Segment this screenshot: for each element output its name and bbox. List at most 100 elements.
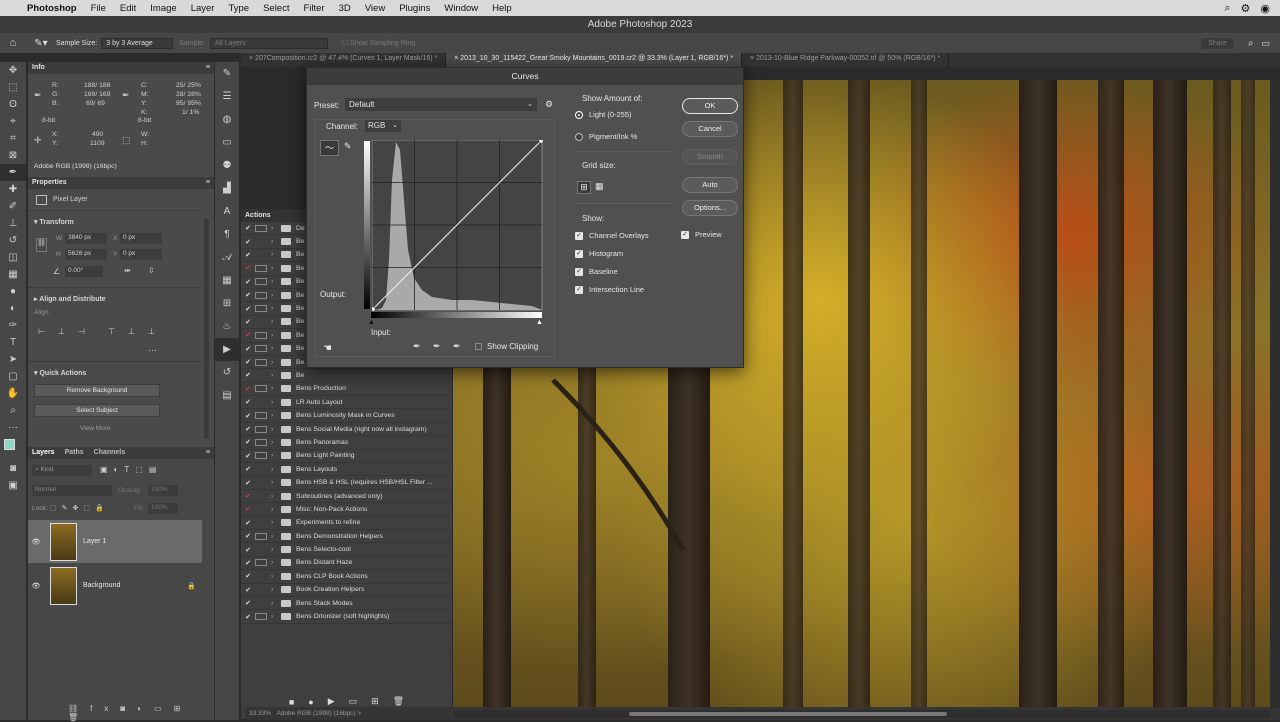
dialog-toggle-icon[interactable] [255, 452, 267, 460]
chevron-right-icon[interactable]: › [271, 559, 281, 566]
toggle-check-icon[interactable]: ✔ [241, 546, 255, 554]
toggle-check-icon[interactable]: ✔ [241, 532, 255, 540]
toggle-check-icon[interactable]: ✔ [241, 305, 255, 313]
chevron-right-icon[interactable]: › [271, 412, 281, 419]
status-profile[interactable]: Adobe RGB (1998) (16bpc) [276, 710, 355, 717]
ok-button[interactable]: OK [682, 98, 738, 114]
baseline-checkbox[interactable]: ✓ Baseline [575, 267, 618, 276]
pencil-draw-icon[interactable]: ✎ [344, 141, 352, 152]
frame-tool-icon[interactable]: ⊠ [0, 147, 26, 164]
dialog-toggle-icon[interactable] [255, 224, 267, 232]
grid-detailed-icon[interactable]: ▦ [595, 181, 604, 192]
channel-overlays-checkbox[interactable]: ✓ Channel Overlays [575, 231, 649, 240]
actions-icon[interactable]: ▶ [215, 338, 239, 361]
eyedropper-tool-icon[interactable]: ✎▾ [26, 38, 56, 49]
chevron-right-icon[interactable]: › [271, 385, 281, 392]
new-set-icon[interactable]: ▭ [349, 696, 358, 707]
dialog-toggle-icon[interactable] [255, 345, 267, 353]
toggle-check-icon[interactable]: ✔ [241, 613, 255, 621]
marquee-tool-icon[interactable]: ⬚ [0, 79, 26, 96]
auto-button[interactable]: Auto [682, 177, 738, 193]
chevron-right-icon[interactable]: › [271, 613, 281, 620]
action-set-row[interactable]: ✔ › Bens Selecto-cool [241, 543, 452, 557]
dialog-toggle-icon[interactable] [255, 532, 267, 540]
cancel-button[interactable]: Cancel [682, 121, 738, 137]
toggle-check-icon[interactable]: ✔ [241, 331, 255, 339]
toggle-check-icon[interactable]: ✔ [241, 224, 255, 232]
toggle-check-icon[interactable]: ✔ [241, 291, 255, 299]
pen-tool-icon[interactable]: ✑ [0, 317, 26, 334]
link-layers-icon[interactable]: ⛓ [68, 704, 90, 713]
chevron-right-icon[interactable]: › [271, 345, 281, 352]
toggle-check-icon[interactable]: ✔ [241, 479, 255, 487]
chevron-right-icon[interactable]: › [271, 493, 281, 500]
toggle-check-icon[interactable]: ✔ [241, 559, 255, 567]
dialog-toggle-icon[interactable] [255, 385, 267, 393]
action-set-row[interactable]: ✔ › LR Auto Layout [241, 396, 452, 410]
menu-type[interactable]: Type [221, 3, 256, 14]
dialog-toggle-icon[interactable] [255, 318, 267, 325]
dialog-toggle-icon[interactable] [255, 573, 267, 580]
dialog-toggle-icon[interactable] [255, 238, 267, 245]
chevron-right-icon[interactable]: › [271, 292, 281, 299]
show-sampling-ring-checkbox[interactable]: ☐ Show Sampling Ring [342, 39, 415, 47]
play-icon[interactable]: ▶ [328, 696, 335, 707]
panel-menu-icon[interactable]: ≡ [206, 62, 210, 74]
black-point-slider-icon[interactable]: ▲ [368, 319, 375, 326]
gradient-tool-icon[interactable]: ▦ [0, 266, 26, 283]
y-field[interactable]: 0 px [120, 249, 162, 260]
zoom-tool-icon[interactable]: ⌕ [0, 402, 26, 419]
toggle-check-icon[interactable]: ✔ [241, 492, 255, 500]
dialog-toggle-icon[interactable] [255, 559, 267, 567]
toggle-check-icon[interactable]: ✔ [241, 599, 255, 607]
white-eyedropper-icon[interactable]: ✒ [453, 341, 461, 352]
chevron-right-icon[interactable]: › [271, 519, 281, 526]
chevron-right-icon[interactable]: › [271, 506, 281, 513]
action-set-row[interactable]: ✔ › Subroutines (advanced only) [241, 490, 452, 504]
action-set-row[interactable]: ✔ › Bens Social Media (right now all insta… [241, 423, 452, 437]
glyphs-icon[interactable]: 𝒜 [215, 246, 239, 269]
align-bottom-icon[interactable]: ⊥ [148, 327, 155, 336]
action-set-row[interactable]: ✔ › Bens Luminosity Mask in Curves [241, 409, 452, 423]
libraries-icon[interactable]: ▭ [215, 131, 239, 154]
tab-channels[interactable]: Channels [94, 447, 126, 459]
crop-tool-icon[interactable]: ⌗ [0, 130, 26, 147]
curve-edit-tool-icon[interactable]: 〜 [320, 140, 339, 156]
more-tools-icon[interactable]: ··· [0, 419, 26, 436]
chevron-right-icon[interactable]: › [271, 359, 281, 366]
zoom-level[interactable]: 33.33% [249, 710, 271, 717]
toggle-check-icon[interactable]: ✔ [241, 586, 255, 594]
dialog-toggle-icon[interactable] [255, 586, 267, 593]
control-center-icon[interactable]: ⚙ [1241, 2, 1251, 15]
action-set-row[interactable]: ✔ › Bens Production [241, 383, 452, 397]
flip-vertical-icon[interactable]: ⇳ [148, 266, 155, 275]
dialog-toggle-icon[interactable] [255, 466, 267, 473]
toggle-check-icon[interactable]: ✔ [241, 251, 255, 259]
path-select-tool-icon[interactable]: ➤ [0, 351, 26, 368]
paragraph-icon[interactable]: ¶ [215, 223, 239, 246]
toggle-check-icon[interactable]: ✔ [241, 505, 255, 513]
action-set-row[interactable]: ✔ › Bens Light Painting [241, 450, 452, 464]
chevron-right-icon[interactable]: › [271, 533, 281, 540]
gray-eyedropper-icon[interactable]: ✒ [433, 341, 441, 352]
eraser-tool-icon[interactable]: ◫ [0, 249, 26, 266]
move-tool-icon[interactable]: ✥ [0, 62, 26, 79]
panel-menu-icon[interactable]: ≡ [206, 177, 210, 189]
hand-tool-icon[interactable]: ✋ [0, 385, 26, 402]
chevron-right-icon[interactable]: › [271, 573, 281, 580]
flip-horizontal-icon[interactable]: ⇹ [124, 266, 131, 275]
toggle-check-icon[interactable]: ✔ [241, 425, 255, 433]
chevron-right-icon[interactable]: › [271, 225, 281, 232]
align-left-icon[interactable]: ⊢ [38, 327, 45, 336]
remove-background-button[interactable]: Remove Background [34, 384, 160, 397]
menu-file[interactable]: File [84, 3, 113, 14]
quick-mask-icon[interactable]: ◙ [0, 460, 26, 477]
dialog-toggle-icon[interactable] [255, 399, 267, 406]
grid-simple-icon[interactable]: ⊞ [577, 181, 591, 194]
action-set-row[interactable]: ✔ › Experiments to refine [241, 517, 452, 530]
width-field[interactable]: 3840 px [65, 233, 107, 244]
info-panel-tab[interactable]: Info ≡ [28, 62, 214, 74]
opacity-field[interactable]: 100% [148, 485, 178, 496]
chevron-right-icon[interactable]: › [271, 265, 281, 272]
menu-edit[interactable]: Edit [113, 3, 143, 14]
